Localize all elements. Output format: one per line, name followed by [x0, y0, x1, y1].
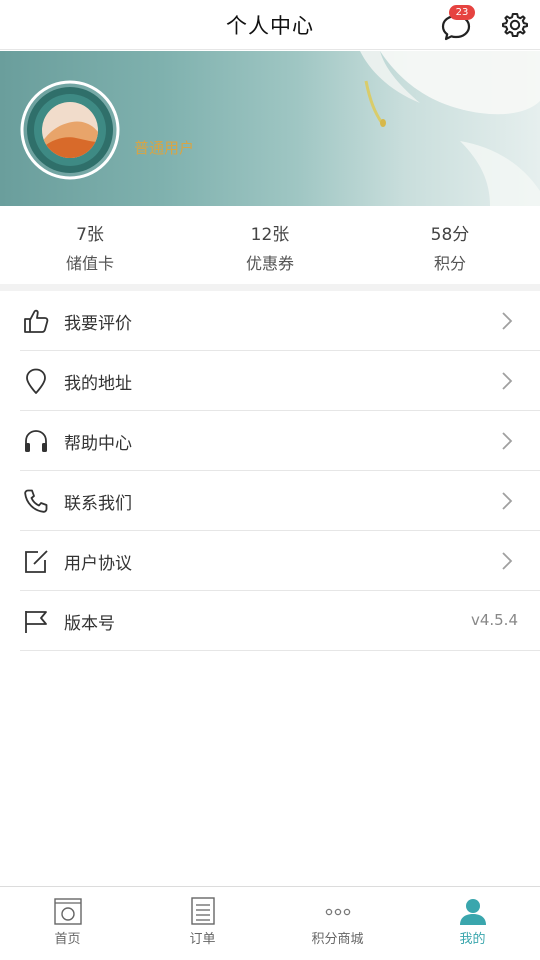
stat-label: 储值卡 [65, 254, 114, 273]
menu-item-label: 我的地址 [64, 374, 132, 394]
location-pin-icon [26, 368, 46, 394]
tab-label: 订单 [189, 932, 216, 947]
menu-item-address[interactable]: 我的地址 [20, 351, 540, 411]
message-count-badge: 23 [449, 5, 475, 20]
chevron-right-icon [502, 312, 513, 330]
menu-list: 我要评价 我的地址 帮助中心 联系我们 用户协议 版本号 v4.5.4 [0, 291, 540, 651]
user-icon [459, 899, 486, 925]
chevron-right-icon [502, 372, 513, 390]
tab-points-mall[interactable]: 积分商城 [270, 887, 405, 960]
stat-value: 12张 [250, 225, 290, 245]
profile-banner: 普通用户 [0, 51, 540, 206]
tab-me[interactable]: 我的 [405, 887, 540, 960]
version-value: v4.5.4 [470, 611, 518, 629]
user-level-label: 普通用户 [134, 139, 195, 157]
chevron-right-icon [502, 432, 513, 450]
menu-item-label: 帮助中心 [64, 434, 132, 454]
menu-item-review[interactable]: 我要评价 [20, 291, 540, 351]
tab-label: 我的 [459, 932, 486, 947]
order-list-icon [190, 897, 215, 925]
thumbs-up-icon [24, 309, 49, 333]
menu-item-user-agreement[interactable]: 用户协议 [20, 531, 540, 591]
chevron-right-icon [502, 492, 513, 510]
menu-item-help-center[interactable]: 帮助中心 [20, 411, 540, 471]
gear-icon [502, 13, 528, 37]
menu-item-label: 联系我们 [64, 494, 132, 514]
stat-points[interactable]: 58分 积分 [360, 206, 540, 284]
stat-label: 积分 [433, 254, 466, 273]
tab-label: 积分商城 [311, 932, 364, 947]
phone-icon [24, 489, 48, 513]
stat-value: 7张 [76, 225, 104, 245]
stat-coupons[interactable]: 12张 优惠券 [180, 206, 360, 284]
settings-button[interactable] [500, 10, 530, 40]
profile-screen: 个人中心 23 普通用户 7张 储值卡 12张 优惠券 58分 积分 我要评价 … [0, 0, 540, 960]
more-dots-icon [325, 908, 350, 916]
stat-stored-value-cards[interactable]: 7张 储值卡 [0, 206, 180, 284]
flower-decoration [360, 51, 540, 206]
home-icon [53, 898, 82, 925]
headphones-icon [25, 430, 47, 452]
menu-item-label: 我要评价 [64, 314, 132, 334]
bottom-tab-bar: 首页 订单 积分商城 我的 [0, 886, 540, 960]
stat-value: 58分 [430, 225, 470, 245]
top-bar: 个人中心 23 [0, 0, 540, 50]
stat-label: 优惠券 [245, 254, 294, 273]
avatar-landscape-icon [20, 80, 120, 180]
section-divider [0, 284, 540, 291]
edit-icon [25, 550, 48, 573]
menu-item-contact-us[interactable]: 联系我们 [20, 471, 540, 531]
chevron-right-icon [502, 552, 513, 570]
flag-icon [25, 611, 47, 633]
avatar[interactable] [20, 80, 120, 180]
tab-label: 首页 [54, 932, 81, 947]
menu-item-label: 版本号 [64, 614, 115, 634]
menu-item-label: 用户协议 [64, 554, 132, 574]
tab-orders[interactable]: 订单 [135, 887, 270, 960]
menu-item-version: 版本号 v4.5.4 [20, 591, 540, 651]
stats-row: 7张 储值卡 12张 优惠券 58分 积分 [0, 206, 540, 284]
tab-home[interactable]: 首页 [0, 887, 135, 960]
